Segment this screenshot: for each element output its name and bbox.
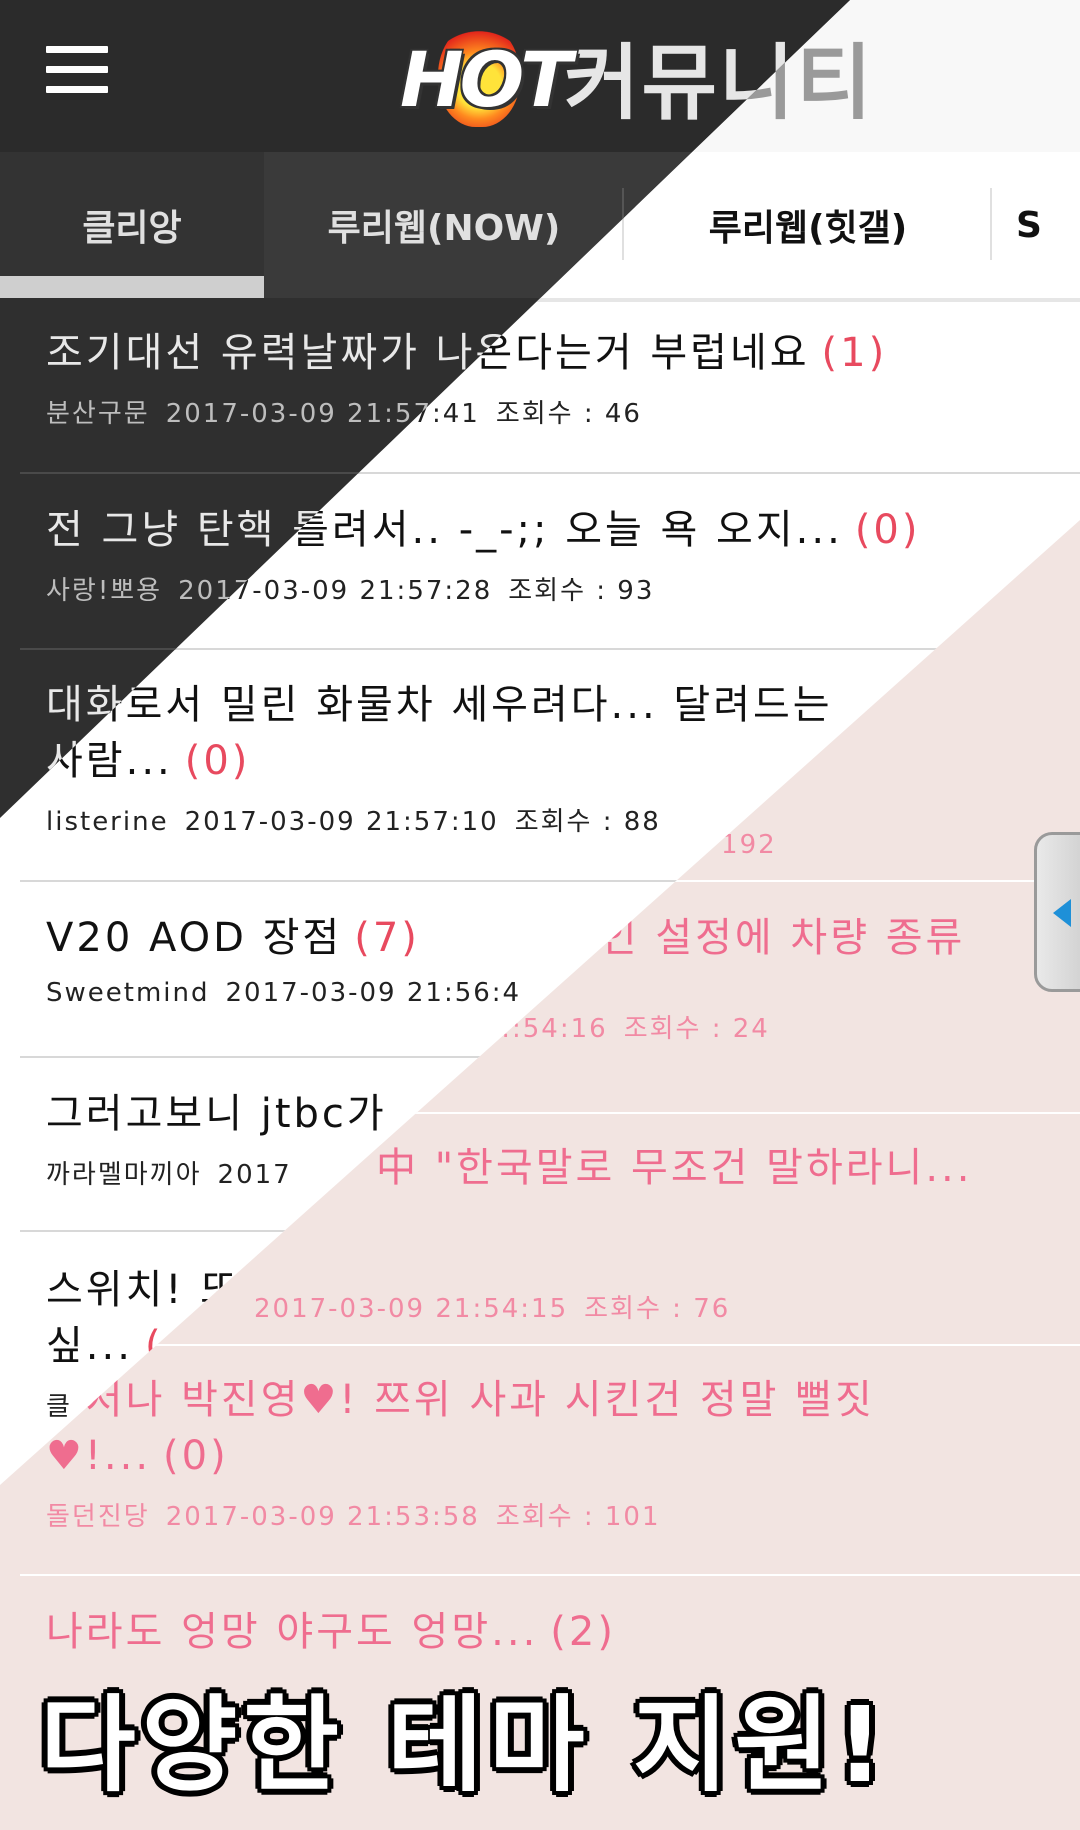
tab-indicator (0, 276, 264, 298)
tab-next[interactable]: S (992, 152, 1080, 298)
list-item[interactable]: 나라도 엉망 야구도 엉망... (2) (0, 1604, 1080, 1660)
list-item[interactable]: 대화로서 밀린 화물차 세우려다... 달려드는 사람... (0) lister… (0, 677, 880, 838)
chevron-left-icon (1053, 899, 1071, 927)
drawer-handle[interactable] (1034, 832, 1080, 992)
promo-banner: 다양한 테마 지원! (40, 1684, 890, 1806)
hamburger-icon[interactable] (46, 46, 108, 94)
tab-clien-active[interactable]: 클리앙 (0, 152, 264, 298)
tab-ruliweb-hit[interactable]: 루리웹(힛갤) (624, 152, 992, 298)
list-item[interactable]: 나저나 박진영♥! 쯔위 사과 시킨건 정말 뻘짓♥!... (0) 돌던진당 20… (0, 1372, 1080, 1533)
